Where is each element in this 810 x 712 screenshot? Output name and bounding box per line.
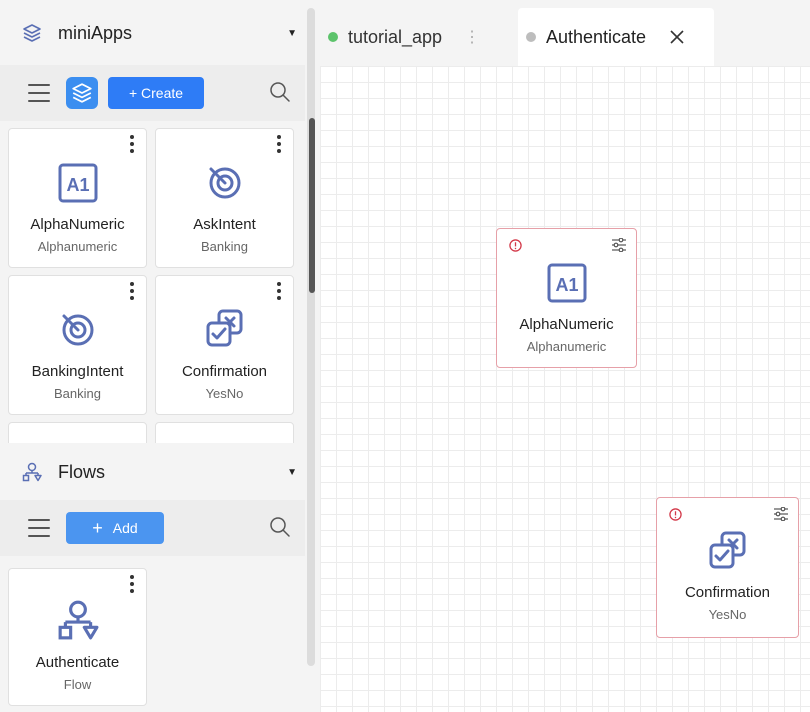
flow-icon bbox=[22, 462, 42, 482]
card-type: Banking bbox=[201, 239, 248, 254]
confirmation-icon bbox=[709, 531, 745, 569]
node-type: Alphanumeric bbox=[526, 339, 607, 354]
node-type: YesNo bbox=[708, 607, 747, 622]
error-icon[interactable] bbox=[509, 239, 522, 252]
tab-authenticate[interactable]: Authenticate bbox=[518, 8, 714, 66]
svg-text:A1: A1 bbox=[66, 175, 89, 195]
node-name: Confirmation bbox=[684, 584, 771, 601]
miniapp-card[interactable]: BankingIntent Banking bbox=[8, 275, 147, 415]
settings-sliders-icon[interactable] bbox=[611, 238, 627, 252]
card-menu-icon[interactable] bbox=[130, 575, 134, 593]
status-dot bbox=[526, 32, 536, 42]
miniapps-toolbar: + Create bbox=[0, 65, 305, 121]
close-icon[interactable] bbox=[670, 30, 684, 44]
tab-label: tutorial_app bbox=[348, 26, 443, 47]
card-name: Confirmation bbox=[181, 363, 268, 380]
canvas-node[interactable]: A1 AlphaNumeric Alphanumeric bbox=[496, 228, 637, 368]
card-name: AskIntent bbox=[193, 216, 256, 233]
search-icon[interactable] bbox=[269, 516, 291, 538]
svg-text:A1: A1 bbox=[555, 275, 578, 295]
sidebar-scrollbar-track[interactable] bbox=[307, 8, 315, 666]
card-type: Flow bbox=[63, 677, 92, 692]
flows-toolbar: + Add bbox=[0, 500, 305, 556]
card-type: YesNo bbox=[205, 386, 244, 401]
layers-icon bbox=[23, 24, 41, 42]
card-menu-icon[interactable] bbox=[130, 282, 134, 300]
add-flow-button[interactable]: + Add bbox=[66, 512, 164, 544]
flows-section-header[interactable]: Flows ▼ bbox=[0, 443, 305, 501]
canvas-node[interactable]: Confirmation YesNo bbox=[656, 497, 799, 638]
card-name: Authenticate bbox=[35, 654, 120, 671]
miniapp-card[interactable]: Confirmation YesNo bbox=[155, 275, 294, 415]
tab-label: Authenticate bbox=[546, 26, 647, 47]
search-icon[interactable] bbox=[269, 81, 291, 103]
confirmation-icon bbox=[206, 309, 242, 347]
status-dot bbox=[328, 32, 338, 42]
alphanumeric-icon: A1 bbox=[58, 163, 97, 203]
card-type: Banking bbox=[54, 386, 101, 401]
tab-bar: tutorial_app ⋮ Authenticate bbox=[320, 0, 810, 66]
card-name: AlphaNumeric bbox=[30, 216, 125, 233]
menu-icon[interactable] bbox=[28, 519, 50, 537]
card-type: Alphanumeric bbox=[37, 239, 118, 254]
miniapp-card[interactable]: A1 AlphaNumeric Alphanumeric bbox=[8, 128, 147, 268]
miniapps-section-header[interactable]: miniApps ▼ bbox=[0, 4, 305, 62]
add-flow-label: Add bbox=[112, 520, 138, 536]
tab-tutorial-app[interactable]: tutorial_app ⋮ bbox=[328, 8, 480, 66]
card-menu-icon[interactable] bbox=[130, 135, 134, 153]
card-menu-icon[interactable] bbox=[277, 282, 281, 300]
tab-more-icon[interactable]: ⋮ bbox=[464, 27, 480, 47]
caret-down-icon[interactable]: ▼ bbox=[287, 467, 297, 478]
menu-icon[interactable] bbox=[28, 84, 50, 102]
card-name: BankingIntent bbox=[31, 363, 124, 380]
flow-icon bbox=[58, 600, 98, 640]
target-icon bbox=[62, 314, 93, 346]
miniapps-logo-icon[interactable] bbox=[66, 77, 98, 109]
node-name: AlphaNumeric bbox=[519, 316, 614, 333]
miniapps-title: miniApps bbox=[58, 22, 133, 43]
settings-sliders-icon[interactable] bbox=[773, 507, 789, 521]
sidebar-scrollbar-thumb[interactable] bbox=[309, 118, 315, 293]
target-icon bbox=[209, 167, 240, 199]
flow-canvas[interactable]: A1 AlphaNumeric Alphanumeric Confirmatio… bbox=[320, 66, 810, 712]
alphanumeric-icon: A1 bbox=[547, 263, 586, 303]
flow-card[interactable]: Authenticate Flow bbox=[8, 568, 147, 706]
plus-icon: + bbox=[92, 518, 103, 538]
caret-down-icon[interactable]: ▼ bbox=[287, 28, 297, 39]
error-icon[interactable] bbox=[669, 508, 682, 521]
card-menu-icon[interactable] bbox=[277, 135, 281, 153]
flows-title: Flows bbox=[58, 461, 106, 482]
create-button[interactable]: + Create bbox=[108, 77, 204, 109]
miniapp-card[interactable]: AskIntent Banking bbox=[155, 128, 294, 268]
sidebar: miniApps ▼ + Create A1 AlphaNumeric Alph… bbox=[0, 0, 320, 712]
